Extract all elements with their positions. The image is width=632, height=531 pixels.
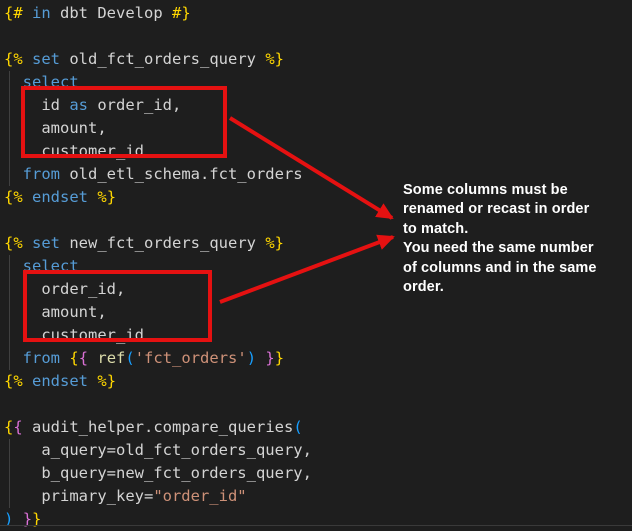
code-line: primary_key="order_id" — [4, 485, 632, 508]
code-line: b_query=new_fct_orders_query, — [4, 462, 632, 485]
annotation-line: order. — [403, 278, 629, 297]
indent-guide — [9, 439, 10, 508]
code-line: ) }} — [4, 508, 632, 531]
indent-guide — [9, 71, 10, 186]
annotation-line: of columns and in the same — [403, 259, 629, 278]
code-line: amount, — [4, 117, 632, 140]
code-line: {# in dbt Develop #} — [4, 2, 632, 25]
code-line: id as order_id, — [4, 94, 632, 117]
annotation-line: Some columns must be — [403, 181, 629, 200]
code-line: a_query=old_fct_orders_query, — [4, 439, 632, 462]
annotation-line: You need the same number — [403, 239, 629, 258]
annotation-line: to match. — [403, 220, 629, 239]
annotation-note: Some columns must berenamed or recast in… — [403, 181, 629, 297]
code-line: from {{ ref('fct_orders') }} — [4, 347, 632, 370]
code-line: {% set old_fct_orders_query %} — [4, 48, 632, 71]
indent-guide — [9, 255, 10, 370]
code-line: amount, — [4, 301, 632, 324]
code-line: select — [4, 71, 632, 94]
code-line — [4, 393, 632, 416]
code-line — [4, 25, 632, 48]
code-line: customer_id — [4, 140, 632, 163]
annotation-line: renamed or recast in order — [403, 200, 629, 219]
code-line: customer_id — [4, 324, 632, 347]
window-bottom-edge — [0, 525, 632, 526]
code-line: {% endset %} — [4, 370, 632, 393]
code-line: {{ audit_helper.compare_queries( — [4, 416, 632, 439]
